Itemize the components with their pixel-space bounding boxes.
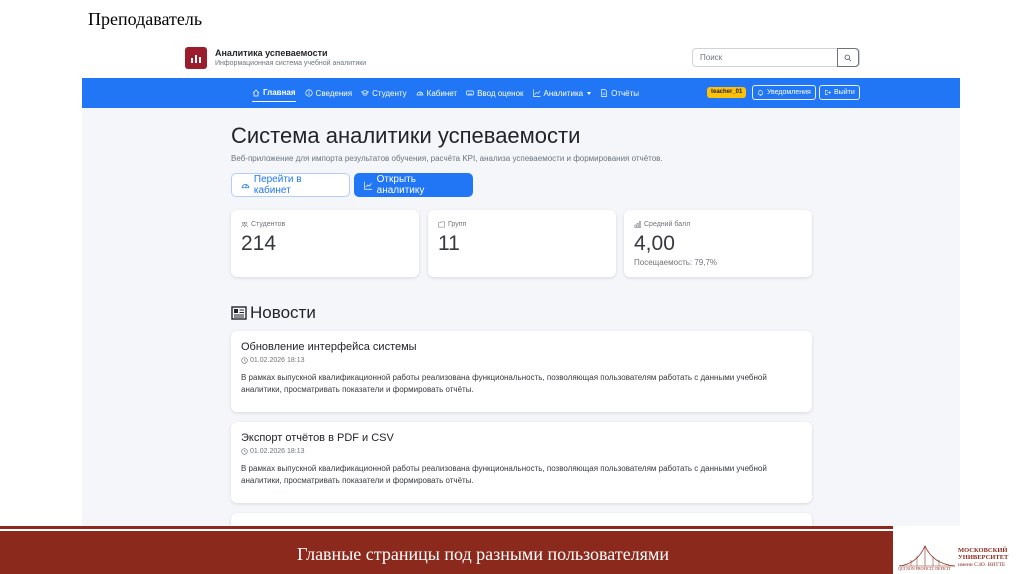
page-title: Система аналитики успеваемости [231,123,581,148]
dashboard-icon [416,91,424,96]
nav-item-label: Кабинет [426,88,458,98]
graduation-cap-icon [361,90,370,96]
open-analytics-button[interactable]: Открыть аналитику [354,173,473,197]
graph-up-icon [532,89,541,97]
main-navbar: Главная Сведения Студенту Кабинет Ввод о… [82,78,960,108]
university-name-line2: УНИВЕРСИТЕТ [958,554,1009,561]
clock-icon [241,357,248,364]
news-heading: Новости [231,303,316,323]
stat-label: Студентов [241,221,285,228]
user-badge: teacher_01 [707,87,747,98]
search-icon [844,54,852,61]
news-card[interactable]: Обновление интерфейса системы 01.02.2026… [231,331,812,412]
newspaper-icon [231,306,247,320]
people-icon [241,221,248,228]
nav-item-label: Аналитика [543,88,584,98]
nav-item-cabinet[interactable]: Кабинет [416,84,457,102]
news-card-partial[interactable] [231,513,812,526]
nav-item-label: Главная [263,88,296,97]
stat-card-students: Студентов 214 [231,210,419,277]
news-text: В рамках выпускной квалификационной рабо… [241,464,767,485]
bell-icon [757,90,764,96]
university-name-line3: имени С.Ю. ВИТТЕ [958,562,1006,568]
dashboard-icon [241,183,250,188]
nav-item-reports[interactable]: Отчёты [600,84,639,102]
keyboard-icon [466,90,474,96]
document-icon [601,89,607,97]
stat-label: Средний балл [634,221,690,228]
footer-divider [0,526,893,529]
stat-label: Групп [438,221,466,228]
stat-value: 4,00 [634,232,675,255]
search-box [692,48,860,67]
news-text: В рамках выпускной квалификационной рабо… [241,373,767,394]
stat-value: 11 [438,232,460,255]
notifications-label: Уведомления [767,89,811,96]
app-name[interactable]: Аналитика успеваемости [215,48,328,58]
app-logo-icon[interactable] [185,47,207,69]
slide-title: Преподаватель [88,9,203,29]
chevron-down-icon [587,91,592,95]
nav-item-label: Отчёты [611,88,640,98]
notifications-button[interactable]: Уведомления [752,85,816,100]
attendance-text: Посещаемость: 79,7% [634,258,718,267]
nav-item-home[interactable]: Главная [252,84,296,102]
news-card[interactable]: Экспорт отчётов в PDF и CSV 01.02.2026 1… [231,422,812,503]
folder-icon [438,221,445,228]
logout-icon [825,90,831,95]
logout-label: Выйти [834,89,855,96]
search-input[interactable] [693,49,838,66]
go-to-cabinet-button[interactable]: Перейти в кабинет [231,173,350,197]
bar-chart-icon [634,221,641,228]
search-button[interactable] [837,48,859,67]
news-heading-text: Новости [250,303,316,322]
stat-label-text: Групп [448,221,467,228]
nav-item-grades-input[interactable]: Ввод оценок [466,84,524,102]
news-date-text: 01.02.2026 18:13 [250,448,305,455]
brand-header: Аналитика успеваемости Информационная си… [82,40,960,78]
nav-item-label: Ввод оценок [477,88,524,98]
stat-value: 214 [241,232,277,255]
news-date-text: 01.02.2026 18:13 [250,357,305,364]
slide-footer: Главные страницы под разными пользовател… [297,544,669,564]
app-subtitle: Информационная система учебной аналитики [215,60,367,67]
stat-card-groups: Групп 11 [428,210,616,277]
university-motto: QUI NON PROFICIT, DEFICIT [898,566,951,571]
graph-up-icon [364,181,373,190]
stat-label-text: Студентов [251,221,286,228]
clock-icon [241,448,248,455]
button-label: Открыть аналитику [376,174,425,196]
stat-label-text: Средний балл [644,221,691,228]
news-title[interactable]: Экспорт отчётов в PDF и CSV [241,432,394,444]
university-name-line1: МОСКОВСКИЙ [958,547,1008,554]
nav-item-info[interactable]: Сведения [304,84,353,102]
news-date: 01.02.2026 18:13 [241,357,305,364]
stat-card-average: Средний балл 4,00 Посещаемость: 79,7% [624,210,812,277]
logout-button[interactable]: Выйти [819,85,860,100]
app-screenshot: Аналитика успеваемости Информационная си… [82,40,960,526]
nav-item-label: Студенту [372,88,407,98]
nav-item-label: Сведения [315,88,353,98]
nav-item-analytics[interactable]: Аналитика [532,84,592,102]
home-icon [252,88,260,96]
info-icon [304,89,313,97]
nav-item-student[interactable]: Студенту [361,84,407,102]
page-subtitle: Веб-приложение для импорта результатов о… [231,154,663,163]
button-label: Перейти в кабинет [253,174,302,196]
news-date: 01.02.2026 18:13 [241,448,305,455]
news-title[interactable]: Обновление интерфейса системы [241,341,417,353]
